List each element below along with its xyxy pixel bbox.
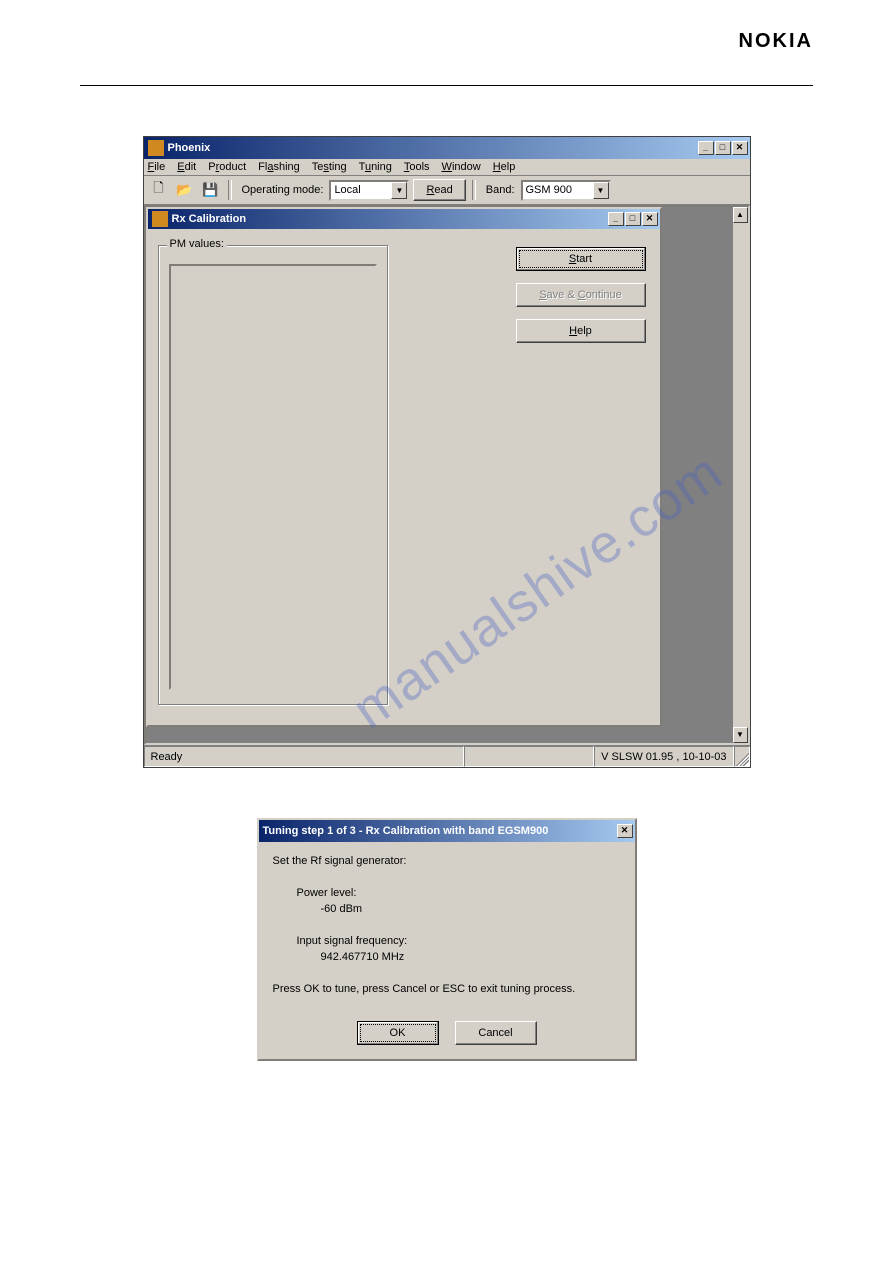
status-mid: [464, 746, 594, 767]
dialog-freq-label: Input signal frequency:: [273, 934, 621, 950]
pm-values-label: PM values:: [167, 238, 227, 250]
start-button[interactable]: Start: [516, 247, 646, 271]
menubar: File Edit Product Flashing Testing Tunin…: [144, 159, 750, 176]
titlebar[interactable]: Phoenix _ □ ✕: [144, 137, 750, 159]
resize-grip[interactable]: [734, 746, 750, 767]
toolbar: 🗋 📂 💾 Operating mode: ▼ Read Band: ▼: [144, 176, 750, 205]
dialog-close-button[interactable]: ✕: [617, 824, 633, 838]
dialog-body: Set the Rf signal generator: Power level…: [259, 842, 635, 1011]
operating-mode-value[interactable]: [331, 182, 391, 199]
band-label: Band:: [486, 184, 515, 196]
minimize-button[interactable]: _: [698, 141, 714, 155]
menu-flashing[interactable]: Flashing: [258, 161, 300, 173]
pm-values-list: [169, 264, 377, 690]
dialog-freq-value: 942.467710 MHz: [273, 950, 621, 966]
menu-tools[interactable]: Tools: [404, 161, 430, 173]
operating-mode-label: Operating mode:: [242, 184, 324, 196]
menu-help[interactable]: Help: [493, 161, 516, 173]
phoenix-window: Phoenix _ □ ✕ File Edit Product Flashing…: [143, 136, 751, 768]
pm-values-group: PM values:: [158, 245, 388, 705]
menu-window[interactable]: Window: [442, 161, 481, 173]
child-titlebar[interactable]: Rx Calibration _ □ ✕: [148, 209, 660, 229]
dialog-instruction: Press OK to tune, press Cancel or ESC to…: [273, 982, 621, 998]
header-rule: [80, 85, 813, 86]
menu-testing[interactable]: Testing: [312, 161, 347, 173]
save-continue-button: Save & Continue: [516, 283, 646, 307]
menu-product[interactable]: Product: [208, 161, 246, 173]
dialog-power-value: -60 dBm: [273, 902, 621, 918]
new-icon[interactable]: 🗋: [148, 180, 170, 200]
status-bar: Ready V SLSW 01.95 , 10-10-03: [144, 745, 750, 767]
scroll-down-icon[interactable]: ▼: [733, 727, 748, 743]
scroll-up-icon[interactable]: ▲: [733, 207, 748, 223]
child-close-button[interactable]: ✕: [642, 212, 658, 226]
band-value[interactable]: [523, 182, 593, 199]
save-icon[interactable]: 💾: [200, 180, 222, 200]
help-button[interactable]: Help: [516, 319, 646, 343]
read-button[interactable]: Read: [413, 179, 465, 201]
toolbar-separator: [228, 180, 232, 200]
open-icon[interactable]: 📂: [174, 180, 196, 200]
tuning-step-dialog: Tuning step 1 of 3 - Rx Calibration with…: [257, 818, 637, 1061]
nokia-logo: NOKIA: [80, 30, 813, 53]
cancel-button[interactable]: Cancel: [455, 1021, 537, 1045]
child-maximize-button[interactable]: □: [625, 212, 641, 226]
app-icon: [152, 211, 168, 227]
scroll-track[interactable]: [733, 223, 748, 727]
dialog-line-setgen: Set the Rf signal generator:: [273, 854, 621, 870]
menu-file[interactable]: File: [148, 161, 166, 173]
chevron-down-icon[interactable]: ▼: [593, 182, 609, 199]
window-title: Phoenix: [168, 142, 698, 154]
band-combo[interactable]: ▼: [521, 180, 611, 201]
chevron-down-icon[interactable]: ▼: [391, 182, 407, 199]
child-title: Rx Calibration: [172, 213, 608, 225]
dialog-title: Tuning step 1 of 3 - Rx Calibration with…: [263, 825, 617, 837]
menu-tuning[interactable]: Tuning: [359, 161, 392, 173]
mdi-client-area: Rx Calibration _ □ ✕ PM values: Start Sa…: [144, 205, 750, 745]
vertical-scrollbar[interactable]: ▲ ▼: [732, 207, 748, 743]
menu-edit[interactable]: Edit: [177, 161, 196, 173]
operating-mode-combo[interactable]: ▼: [329, 180, 409, 201]
rx-calibration-window: Rx Calibration _ □ ✕ PM values: Start Sa…: [146, 207, 662, 727]
dialog-titlebar[interactable]: Tuning step 1 of 3 - Rx Calibration with…: [259, 820, 635, 842]
status-ready: Ready: [144, 746, 465, 767]
toolbar-separator-2: [472, 180, 476, 200]
ok-button[interactable]: OK: [357, 1021, 439, 1045]
maximize-button[interactable]: □: [715, 141, 731, 155]
close-button[interactable]: ✕: [732, 141, 748, 155]
child-minimize-button[interactable]: _: [608, 212, 624, 226]
status-version: V SLSW 01.95 , 10-10-03: [594, 746, 733, 767]
dialog-power-label: Power level:: [273, 886, 621, 902]
app-icon: [148, 140, 164, 156]
